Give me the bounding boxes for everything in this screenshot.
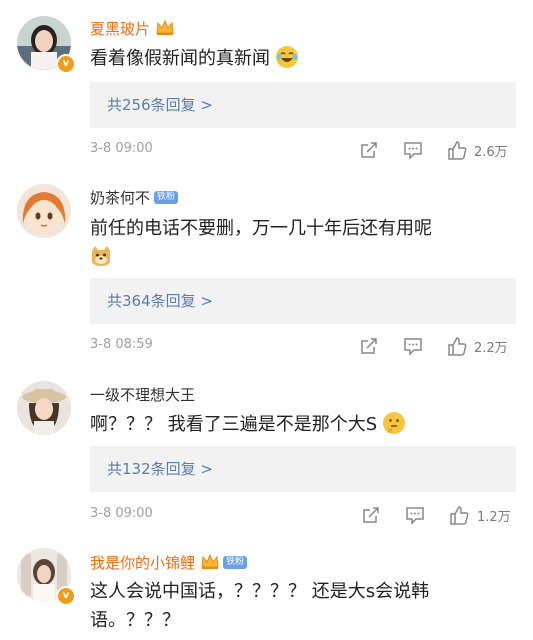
like-icon[interactable] — [448, 504, 470, 526]
replies-link[interactable]: 共364条回复 > — [90, 278, 516, 324]
comment-time: 3-8 08:59 — [90, 337, 153, 352]
avatar[interactable] — [17, 184, 71, 238]
share-icon[interactable] — [360, 504, 382, 526]
username[interactable]: 夏黑玻片 — [90, 18, 150, 39]
comment-time: 3-8 09:00 — [90, 141, 153, 156]
username[interactable]: 我是你的小锦鲤 — [90, 552, 195, 573]
crown-icon — [201, 553, 219, 570]
comment-text: 前任的电话不要删，万一几十年后还有用呢 — [90, 218, 432, 239]
share-icon[interactable] — [358, 139, 380, 161]
replies-link[interactable]: 共256条回复 > — [90, 82, 516, 128]
like-icon[interactable] — [446, 139, 468, 161]
like-count: 2.2万 — [474, 341, 508, 356]
doge-emoji — [90, 245, 112, 267]
comment-icon[interactable] — [402, 139, 424, 161]
like-icon[interactable] — [446, 335, 468, 357]
like-count: 2.6万 — [474, 145, 508, 160]
comment-icon[interactable] — [402, 335, 424, 357]
comment-text: 这人会说中国话，？？？？ 还是大s会说韩语。？？？ — [90, 581, 430, 631]
share-icon[interactable] — [358, 335, 380, 357]
comment-text: 啊？？？ 我看了三遍是不是那个大S — [90, 414, 378, 435]
verified-badge-icon: v — [56, 54, 76, 74]
comment-icon[interactable] — [404, 504, 426, 526]
thinking-emoji — [382, 412, 405, 434]
username[interactable]: 一级不理想大王 — [90, 384, 195, 405]
crown-icon — [156, 19, 174, 36]
replies-link[interactable]: 共132条回复 > — [90, 446, 516, 492]
username[interactable]: 奶茶何不 — [90, 187, 150, 208]
fan-badge: 铁粉 — [154, 190, 179, 204]
comment-time: 3-8 09:00 — [90, 506, 153, 521]
avatar[interactable] — [17, 381, 71, 435]
verified-badge-icon: v — [56, 586, 76, 606]
comment-text: 看着像假新闻的真新闻 — [90, 48, 270, 69]
laugh-cry-emoji — [275, 46, 298, 68]
like-count: 1.2万 — [477, 510, 511, 525]
fan-badge: 铁粉 — [223, 555, 248, 569]
